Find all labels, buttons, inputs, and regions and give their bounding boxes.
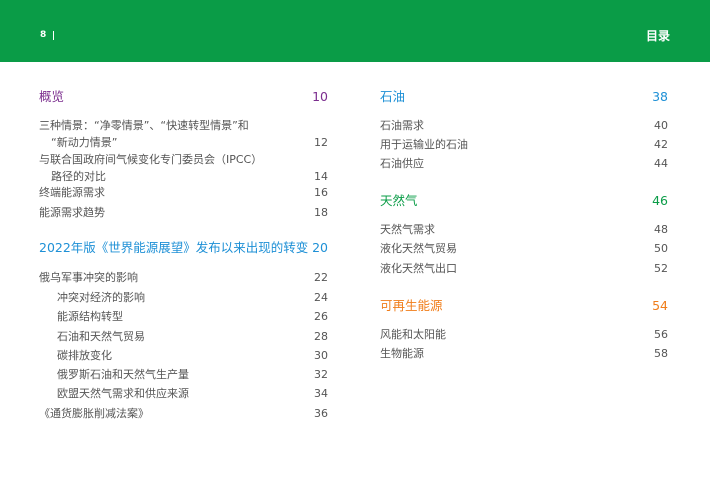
toc-entry-page: 26 [314, 310, 328, 323]
toc-section-title: 石油 [380, 89, 406, 104]
toc-entry-page: 22 [314, 271, 328, 284]
toc-entry-text: 《通货膨胀削减法案》 [39, 407, 149, 420]
toc-entry-text: 三种情景：“净零情景”、“快速转型情景”和 [39, 119, 249, 132]
toc-entry-page: 56 [654, 328, 668, 341]
toc-entry-text: 石油和天然气贸易 [57, 330, 145, 343]
toc-entry-text: 生物能源 [380, 347, 424, 360]
toc-section-title: 天然气 [380, 193, 418, 208]
toc-entry-text: 液化天然气出口 [380, 262, 457, 275]
toc-entry-page: 40 [654, 119, 668, 132]
page-title: 目录 [645, 29, 670, 43]
toc-entry-page: 14 [314, 170, 328, 183]
toc-entry-page: 16 [314, 186, 328, 199]
toc-entry-text: 与联合国政府间气候变化专门委员会（IPCC） [39, 153, 263, 166]
toc-entry-text: 风能和太阳能 [380, 328, 446, 341]
toc-entry-page: 58 [654, 347, 668, 360]
toc-entry-text: 俄罗斯石油和天然气生产量 [57, 368, 189, 381]
toc-section-title: 可再生能源 [380, 298, 443, 313]
toc-entry-page: 42 [654, 138, 668, 151]
toc-entry-text: 能源结构转型 [57, 310, 123, 323]
toc-entry-text: 液化天然气贸易 [380, 242, 457, 255]
toc-entry-text: 欧盟天然气需求和供应来源 [57, 387, 189, 400]
toc-entry-text: 碳排放变化 [57, 349, 112, 362]
toc-section-page: 54 [652, 298, 668, 313]
page-number: 8 [40, 30, 47, 40]
toc-entry-page: 52 [654, 262, 668, 275]
toc-entry-text: 终端能源需求 [39, 186, 105, 199]
toc-section-title: 概览 [39, 89, 65, 104]
toc-entry-text: 冲突对经济的影响 [57, 291, 145, 304]
toc-entry-text: 石油需求 [380, 119, 424, 132]
toc-section-title: 2022年版《世界能源展望》发布以来出现的转变 [39, 240, 309, 255]
toc-entry-text: 俄乌军事冲突的影响 [39, 271, 138, 284]
toc-entry-text: 能源需求趋势 [39, 206, 105, 219]
toc-entry-text-cont: “新动力情景” [51, 136, 118, 149]
toc-entry-page: 44 [654, 157, 668, 170]
toc-entry-page: 36 [314, 407, 328, 420]
separator-bar [53, 31, 54, 40]
toc-entry-text: 用于运输业的石油 [380, 138, 468, 151]
toc-entry-page: 12 [314, 136, 328, 149]
toc-entry-page: 30 [314, 349, 328, 362]
toc-entry-page: 50 [654, 242, 668, 255]
toc-entry[interactable]: 与联合国政府间气候变化专门委员会（IPCC） 路径的对比 14 [39, 151, 328, 185]
header-bar: 8 目录 [0, 0, 710, 62]
toc-entry-page: 48 [654, 223, 668, 236]
toc-entry-page: 28 [314, 330, 328, 343]
toc-entry-text-cont: 路径的对比 [51, 170, 106, 183]
toc-entry[interactable]: 三种情景：“净零情景”、“快速转型情景”和 “新动力情景” 12 [39, 117, 328, 151]
toc-section-page: 20 [312, 240, 328, 255]
toc-entry-page: 24 [314, 291, 328, 304]
toc-section-page: 10 [312, 89, 328, 104]
toc-section-page: 38 [652, 89, 668, 104]
toc-section-page: 46 [652, 193, 668, 208]
toc-entry-text: 天然气需求 [380, 223, 435, 236]
toc-entry-page: 18 [314, 206, 328, 219]
toc-entry-page: 32 [314, 368, 328, 381]
toc-entry-page: 34 [314, 387, 328, 400]
toc-entry-text: 石油供应 [380, 157, 424, 170]
